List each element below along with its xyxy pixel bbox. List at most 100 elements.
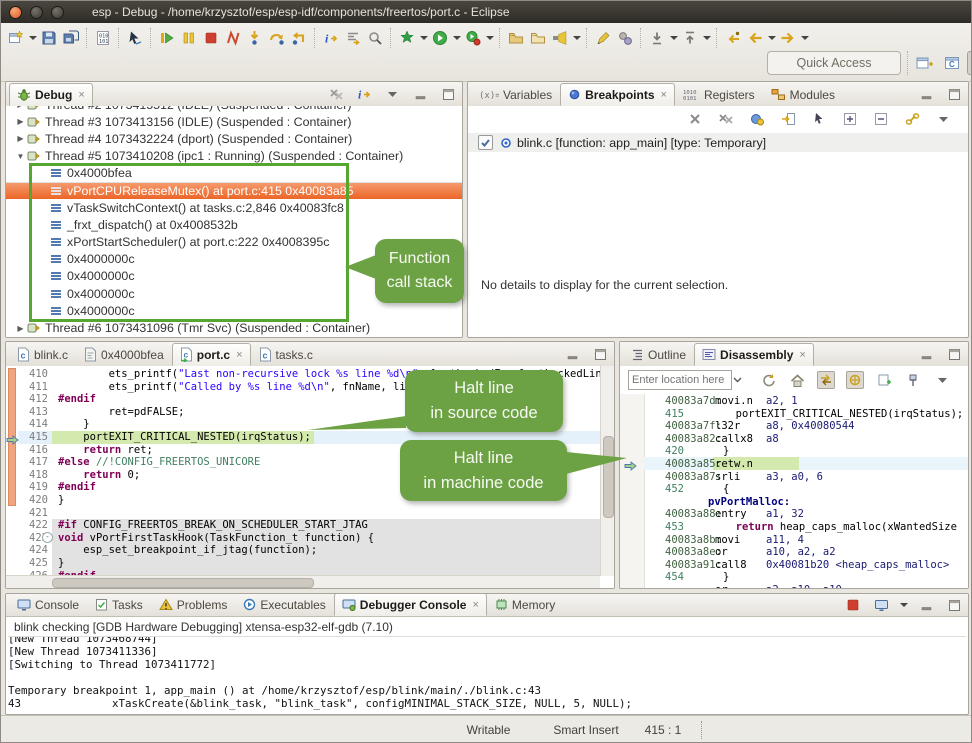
open-resource-icon[interactable] <box>527 27 549 49</box>
tab-memory[interactable]: Memory <box>487 593 563 616</box>
collapse-all-icon[interactable] <box>870 108 892 130</box>
window-close-button[interactable] <box>9 6 22 19</box>
disassembly-instruction-row[interactable]: 40083a85:retw.n <box>620 458 968 471</box>
scrollbar-thumb[interactable] <box>52 578 314 588</box>
debug-stack-frame-row[interactable]: 0x4000bfea <box>6 165 462 182</box>
maximize-icon[interactable] <box>437 83 459 105</box>
trace-icon[interactable] <box>364 27 386 49</box>
display-console-icon[interactable] <box>870 594 892 616</box>
tab-debug[interactable]: Debug× <box>9 83 93 106</box>
dd-icon[interactable] <box>27 27 38 49</box>
external-tools-icon[interactable] <box>462 27 484 49</box>
disassembly-instruction-row[interactable]: 40083a91:call80x40081b20 <heap_caps_mall… <box>620 559 968 572</box>
dd-icon[interactable] <box>571 27 582 49</box>
step-over-icon[interactable] <box>266 27 288 49</box>
dd-icon[interactable] <box>701 27 712 49</box>
debug-thread-row[interactable]: ▶Thread #2 1073415512 (IDLE) (Suspended … <box>6 106 462 113</box>
new-wizard-icon[interactable] <box>5 27 27 49</box>
location-dropdown-icon[interactable] <box>732 369 743 391</box>
debug-perspective-icon[interactable] <box>967 51 972 75</box>
disassembly-listing[interactable]: 40083a7d:movi.na2, 1415 portEXIT_CRITICA… <box>620 394 968 588</box>
expander-icon[interactable]: ▶ <box>14 324 27 333</box>
disassembly-label-row[interactable]: pvPortMalloc: <box>620 496 968 509</box>
dd-icon[interactable] <box>898 594 909 616</box>
editor-horizontal-scrollbar[interactable] <box>6 575 600 588</box>
debug-launch-icon[interactable] <box>396 27 418 49</box>
home-icon[interactable] <box>786 369 808 391</box>
save-all-icon[interactable] <box>60 27 82 49</box>
dd-icon[interactable] <box>668 27 679 49</box>
next-annotation-icon[interactable] <box>646 27 668 49</box>
disassembly-source-row[interactable]: 452{ <box>620 483 968 496</box>
minimize-icon[interactable] <box>561 343 583 365</box>
resume-icon[interactable] <box>156 27 178 49</box>
debug-stack-frame-row[interactable]: vPortCPUReleaseMutex() at port.c:415 0x4… <box>6 182 462 199</box>
previous-annotation-icon[interactable] <box>679 27 701 49</box>
expander-icon[interactable]: ▶ <box>14 134 27 143</box>
view-menu-icon[interactable] <box>932 108 954 130</box>
binary-icon[interactable]: 010101 <box>92 27 114 49</box>
terminate-icon[interactable] <box>842 594 864 616</box>
debug-thread-row[interactable]: ▼Thread #5 1073410208 (ipc1 : Running) (… <box>6 148 462 165</box>
maximize-icon[interactable] <box>589 343 611 365</box>
dd-icon[interactable] <box>484 27 495 49</box>
disassembly-source-row[interactable]: 453 return heap_caps_malloc(xWantedSize <box>620 521 968 534</box>
terminate-icon[interactable] <box>200 27 222 49</box>
dd-icon[interactable] <box>766 27 777 49</box>
maximize-icon[interactable] <box>943 83 965 105</box>
cpp-perspective-icon[interactable]: C <box>940 51 964 75</box>
debug-stack-frame-row[interactable]: _frxt_dispatch() at 0x4008532b <box>6 216 462 233</box>
disassembly-instruction-row[interactable]: 40083a8b:movia11, 4 <box>620 534 968 547</box>
disassembly-instruction-row[interactable]: 40083a7d:movi.na2, 1 <box>620 395 968 408</box>
breakpoint-checkbox[interactable] <box>478 135 493 150</box>
debug-stack-frame-row[interactable]: vTaskSwitchContext() at tasks.c:2,846 0x… <box>6 199 462 216</box>
tab-tasks[interactable]: Tasks <box>87 593 151 616</box>
tab-disassembly[interactable]: Disassembly× <box>694 343 814 366</box>
mark-occurrences-icon[interactable] <box>592 27 614 49</box>
view-menu-icon[interactable] <box>381 83 403 105</box>
disconnect-icon[interactable] <box>222 27 244 49</box>
pointer-icon[interactable] <box>124 27 146 49</box>
disassembly-instruction-row[interactable]: 40083a82:callx8a8 <box>620 433 968 446</box>
debug-thread-row[interactable]: ▶Thread #6 1073431096 (Tmr Svc) (Suspend… <box>6 319 462 336</box>
pin-icon[interactable] <box>902 369 924 391</box>
dd-icon[interactable] <box>799 27 810 49</box>
disassembly-instruction-row[interactable]: 40083a88:entrya1, 32 <box>620 508 968 521</box>
remove-icon[interactable] <box>684 108 706 130</box>
step-into-icon[interactable] <box>244 27 266 49</box>
breakpoint-list-item[interactable]: blink.c [function: app_main] [type: Temp… <box>468 133 968 152</box>
step-return-icon[interactable] <box>288 27 310 49</box>
disassembly-source-row[interactable]: 415 portEXIT_CRITICAL_NESTED(irqStatus); <box>620 408 968 421</box>
link-with-debug-icon[interactable] <box>901 108 923 130</box>
debug-thread-row[interactable]: ▶Thread #3 1073413156 (IDLE) (Suspended … <box>6 113 462 130</box>
save-icon[interactable] <box>38 27 60 49</box>
maximize-icon[interactable] <box>943 594 965 616</box>
minimize-icon[interactable] <box>915 594 937 616</box>
forward-icon[interactable] <box>777 27 799 49</box>
code-line-421[interactable]: 421 <box>6 507 600 520</box>
tab-blink-c[interactable]: cblink.c <box>9 343 76 366</box>
debug-thread-row[interactable]: ▶Thread #4 1073432224 (dport) (Suspended… <box>6 130 462 147</box>
code-line-425[interactable]: 425} <box>6 557 600 570</box>
refresh-icon[interactable] <box>757 369 779 391</box>
tab-outline[interactable]: Outline <box>623 343 694 366</box>
minimize-icon[interactable] <box>915 343 937 365</box>
remove-all-icon[interactable] <box>715 108 737 130</box>
tab-0x4000bfea[interactable]: 0x4000bfea <box>76 343 172 366</box>
minimize-icon[interactable] <box>915 83 937 105</box>
expander-icon[interactable]: ▼ <box>14 152 27 161</box>
tab-port-c[interactable]: cport.c× <box>172 343 251 366</box>
disassembly-source-row[interactable]: 420} <box>620 445 968 458</box>
console-output[interactable]: [New Thread 1073468744][New Thread 10734… <box>8 636 966 712</box>
open-type-icon[interactable] <box>505 27 527 49</box>
new-view-icon[interactable] <box>873 369 895 391</box>
tab-executables[interactable]: Executables <box>235 593 333 616</box>
tab-close-icon[interactable]: × <box>472 599 478 611</box>
search-icon[interactable] <box>549 27 571 49</box>
expander-icon[interactable]: ▶ <box>14 117 27 126</box>
minimize-icon[interactable] <box>409 83 431 105</box>
last-edit-location-icon[interactable] <box>722 27 744 49</box>
tab-modules[interactable]: Modules <box>763 83 843 106</box>
code-line-424[interactable]: 424 esp_set_breakpoint_if_jtag(function)… <box>6 544 600 557</box>
tab-close-icon[interactable]: × <box>661 89 667 101</box>
